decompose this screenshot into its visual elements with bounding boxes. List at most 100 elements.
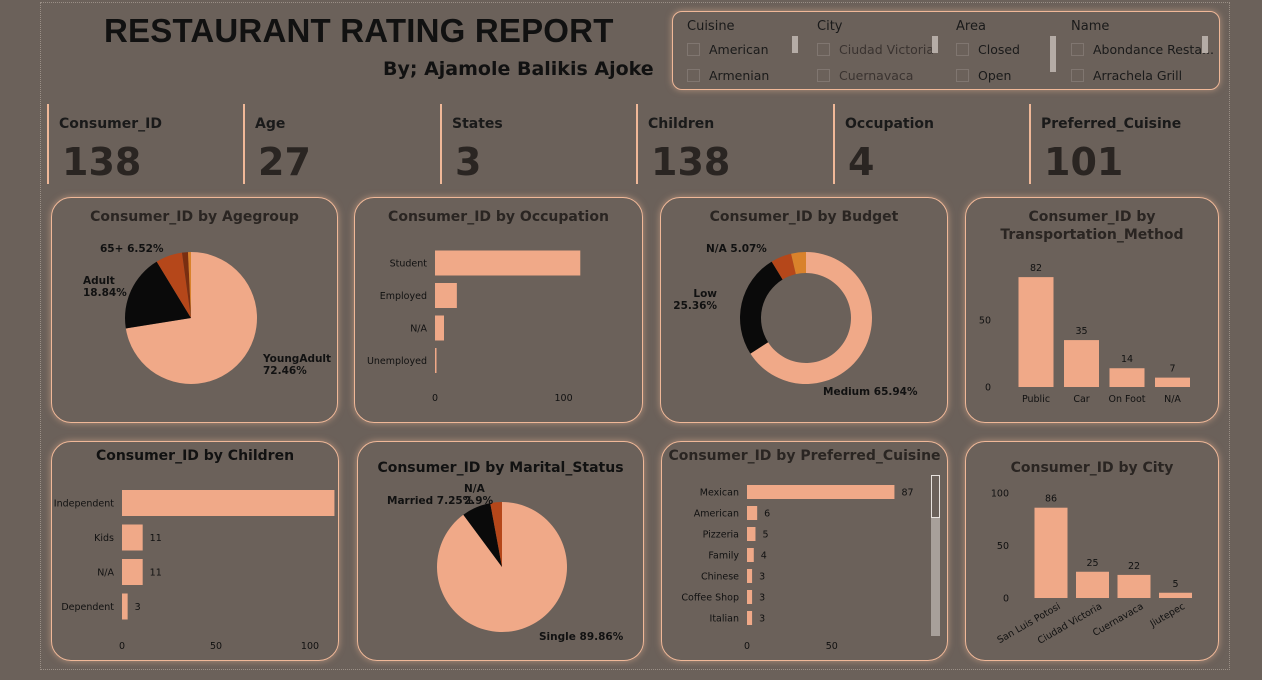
data-label: 3: [759, 572, 765, 583]
chart-card-cuisine: Consumer_ID by Preferred_Cuisine Mexican…: [661, 441, 948, 661]
slice-label: YoungAdult: [262, 353, 331, 365]
kpi-value: 101: [1044, 140, 1124, 184]
slice-label: Single 89.86%: [539, 631, 624, 643]
occupation-bar-chart: Student Employed N/A Unemployed 0 100: [367, 250, 581, 404]
data-label: 5: [762, 530, 768, 541]
data-label: 11: [150, 568, 162, 579]
cuisine-scrollbar-thumb[interactable]: [931, 475, 940, 518]
kpi-label: Age: [255, 116, 286, 132]
agegroup-pie-chart: YoungAdult72.46% Adult18.84% 65+ 6.52%: [83, 243, 331, 384]
y-tick-label: 50: [979, 316, 991, 327]
bar: [747, 548, 754, 562]
slicer-scrollbar[interactable]: [932, 36, 938, 53]
data-label: 87: [901, 488, 913, 499]
data-label: 5: [1172, 579, 1178, 590]
x-tick-label: 0: [432, 393, 438, 404]
category-label: Italian: [710, 614, 739, 625]
checkbox[interactable]: [956, 69, 969, 82]
data-label: 82: [1030, 263, 1042, 274]
checkbox[interactable]: [1071, 43, 1084, 56]
chart-card-budget: Consumer_ID by Budget Medium 65.94% Low 25…: [660, 197, 948, 423]
y-tick-label: 100: [991, 489, 1009, 500]
bar: [435, 315, 444, 341]
kpi-children: Children 138: [636, 104, 826, 184]
page-margin: [1262, 0, 1277, 680]
chart-card-occupation: Consumer_ID by Occupation Student Employe…: [354, 197, 643, 423]
slice-label: Adult: [83, 275, 115, 287]
checkbox[interactable]: [687, 43, 700, 56]
checkbox[interactable]: [1071, 69, 1084, 82]
kpi-value: 138: [651, 140, 731, 184]
bar: [1076, 571, 1109, 598]
category-label: Kids: [94, 533, 114, 544]
kpi-age: Age 27: [243, 104, 433, 184]
kpi-value: 4: [848, 140, 875, 184]
bar: [122, 490, 335, 516]
data-label: 3: [135, 602, 141, 613]
data-label: 3: [759, 593, 765, 604]
y-tick-label: 0: [1003, 594, 1009, 605]
city-bar-chart: 050100 86San Luis Potosi25Ciudad Victoria…: [991, 489, 1192, 647]
slicer-name-label: Name: [1071, 19, 1110, 34]
cuisine-bar-chart: Mexican 87 American 6 Pizzeria 5 Family 4 Chines…: [681, 485, 914, 652]
data-label: 14: [1121, 354, 1133, 365]
slicer-scrollbar[interactable]: [792, 36, 798, 53]
data-label: 35: [1075, 326, 1087, 337]
bar: [747, 506, 758, 520]
chart-card-transport: Consumer_ID by Transportation_Method 0 50…: [965, 197, 1219, 423]
bar: [122, 593, 128, 620]
bar: [1034, 507, 1068, 598]
category-label: Dependent: [61, 602, 114, 613]
category-label: On Foot: [1109, 394, 1146, 405]
kpi-states: States 3: [440, 104, 630, 184]
kpi-value: 3: [455, 140, 482, 184]
chart-card-marital: Consumer_ID by Marital_Status Single 89.…: [357, 441, 644, 661]
data-label: 25: [1086, 558, 1098, 569]
category-label: Independent: [54, 499, 114, 510]
kpi-label: Children: [648, 116, 715, 132]
checkbox[interactable]: [956, 43, 969, 56]
category-label: Chinese: [701, 572, 739, 583]
report-subtitle: By; Ajamole Balikis Ajoke: [383, 58, 654, 80]
chart-card-city: Consumer_ID by City 0 50 100 86 San Luis Pot…: [965, 441, 1219, 661]
slicer-scrollbar[interactable]: [1050, 36, 1056, 72]
checkbox[interactable]: [687, 69, 700, 82]
x-tick-label: 0: [744, 641, 750, 652]
category-label: Employed: [380, 291, 427, 302]
bar: [1155, 377, 1190, 387]
slicer-city: City Ciudad Victoria Cuernavaca: [817, 12, 947, 91]
category-label: N/A: [97, 568, 114, 579]
slice-label: 65+ 6.52%: [100, 243, 164, 255]
data-label: 3: [759, 614, 765, 625]
kpi-consumer-id: Consumer_ID 138: [47, 104, 237, 184]
kpi-label: Occupation: [845, 116, 935, 132]
category-label: N/A: [410, 324, 427, 335]
chart-card-agegroup: Consumer_ID by Agegroup YoungAdult 72.46%…: [51, 197, 338, 423]
slice-label: 25.36%: [673, 300, 717, 312]
checkbox[interactable]: [817, 69, 830, 82]
data-label: 6: [764, 509, 770, 520]
data-label: 11: [150, 533, 162, 544]
category-label: Public: [1022, 394, 1050, 405]
slicer-panel: Cuisine American Armenian City Ciudad Vi…: [672, 11, 1220, 90]
slice-label: Married 7.25%: [387, 495, 474, 507]
checkbox[interactable]: [817, 43, 830, 56]
category-label: Jiutepec: [1148, 601, 1187, 630]
slicer-scrollbar[interactable]: [1202, 36, 1208, 53]
pie-slice: [740, 261, 783, 354]
kpi-value: 27: [258, 140, 311, 184]
category-label: Family: [708, 551, 739, 562]
kpi-occupation: Occupation 4: [833, 104, 1023, 184]
data-label: 4: [761, 551, 767, 562]
y-tick-label: 0: [985, 383, 991, 394]
slicer-area-label: Area: [956, 19, 986, 34]
slicer-area: Area Closed Open: [956, 12, 1066, 91]
bar: [747, 611, 753, 625]
x-tick-label: 50: [826, 641, 838, 652]
slice-label: 72.46%: [263, 365, 307, 377]
category-label: Mexican: [700, 488, 739, 499]
slice-label: 2.9%: [464, 495, 494, 507]
data-label: 22: [1128, 561, 1140, 572]
category-label: Car: [1073, 394, 1089, 405]
x-tick-label: 50: [210, 641, 222, 652]
